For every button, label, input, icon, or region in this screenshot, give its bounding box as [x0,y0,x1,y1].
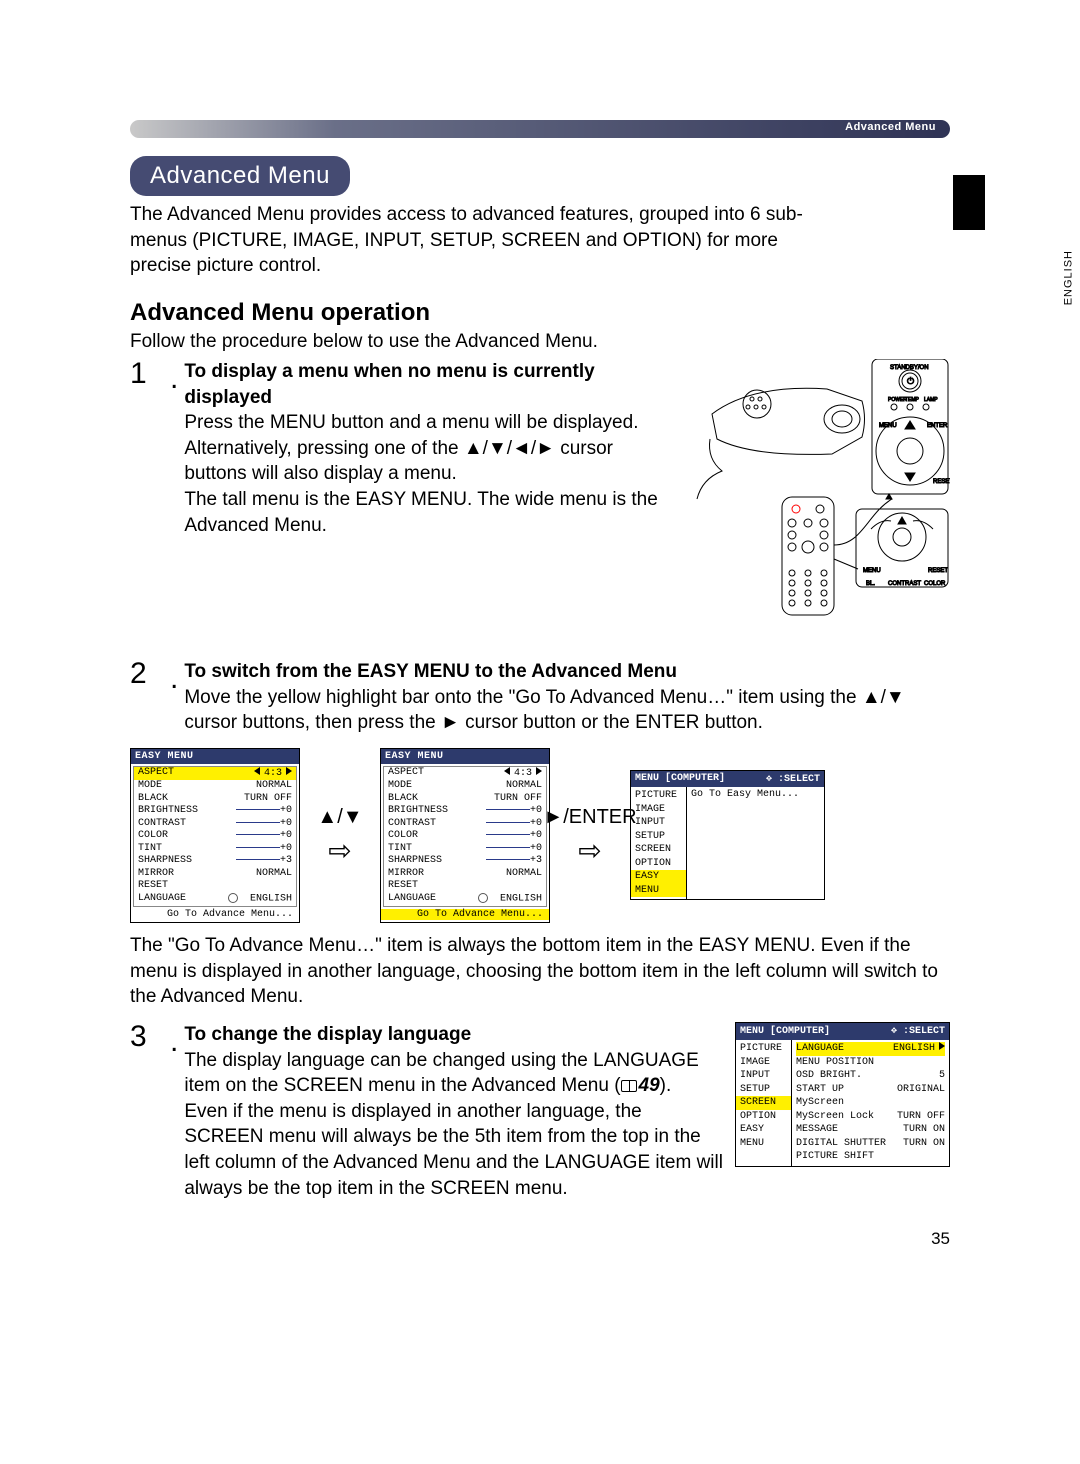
header-bar-label: Advanced Menu [845,121,936,133]
svg-text:CONTRAST: CONTRAST [888,581,921,587]
step-2-title: To switch from the EASY MENU to the Adva… [184,661,677,682]
step-number: 3 [130,1022,164,1201]
follow-text: Follow the procedure below to use the Ad… [130,331,950,353]
svg-text:MENU: MENU [863,568,881,574]
page-ref: 49 [639,1075,660,1096]
enter-label: ►/ENTER [543,806,636,829]
step-3: 3. MENU [COMPUTER] ✥ :SELECT PICTUREIMAG… [130,1022,950,1201]
advanced-menu-1: MENU [COMPUTER] ✥ :SELECT PICTUREIMAGEIN… [630,770,825,900]
menu-transition-figure: EASY MENU ASPECT4:3MODENORMALBLACKTURN O… [130,748,950,923]
step-1-p1: Press the MENU button and a menu will be… [184,412,638,484]
after-menus-note: The "Go To Advance Menu…" item is always… [130,933,950,1010]
svg-text:ENTER: ENTER [927,423,948,429]
svg-text:BL.: BL. [866,581,875,587]
easy-menu-2: EASY MENU ASPECT4:3MODENORMALBLACKTURN O… [380,748,550,923]
step-number: 1 [130,359,164,538]
svg-text:RESET: RESET [928,568,948,574]
arrow-right-icon: ⇨ [328,837,351,865]
step-3-p1b: ). [660,1075,672,1096]
header-bar: Advanced Menu [130,120,950,138]
step-2-p1: Move the yellow highlight bar onto the "… [184,687,904,734]
svg-text:LAMP: LAMP [924,397,938,403]
step-3-title: To change the display language [184,1024,471,1045]
side-tab [953,175,985,230]
advanced-menu-screen-fig: MENU [COMPUTER] ✥ :SELECT PICTUREIMAGEIN… [735,1022,950,1167]
svg-text:MENU: MENU [879,423,897,429]
step-number: 2 [130,659,164,736]
svg-text:TEMP: TEMP [905,397,920,403]
projector-figure: STANDBY/ON ⏻ POWERTEMPLAMP MENU ENTER RE… [692,359,950,619]
title-pill: Advanced Menu [130,156,350,196]
svg-text:RESET: RESET [933,479,950,485]
intro-paragraph: The Advanced Menu provides access to adv… [130,202,810,279]
easy-menu-1: EASY MENU ASPECT4:3MODENORMALBLACKTURN O… [130,748,300,923]
step-2: 2. To switch from the EASY MENU to the A… [130,659,950,736]
language-side-label: ENGLISH [1062,250,1074,305]
step-1-p2: The tall menu is the EASY MENU. The wide… [184,489,657,536]
page-number: 35 [130,1229,950,1249]
arrow-right-icon: ⇨ [578,837,601,865]
step-1: 1. To display a menu when no menu is cur… [130,359,682,538]
step-1-title: To display a menu when no menu is curren… [184,361,594,408]
section-heading: Advanced Menu operation [130,299,950,327]
step-3-p2: Even if the menu is displayed in another… [184,1101,723,1199]
svg-text:⏻: ⏻ [907,376,914,386]
book-icon [621,1080,637,1092]
updown-label: ▲/▼ [317,806,362,829]
svg-text:COLOR: COLOR [924,581,946,587]
